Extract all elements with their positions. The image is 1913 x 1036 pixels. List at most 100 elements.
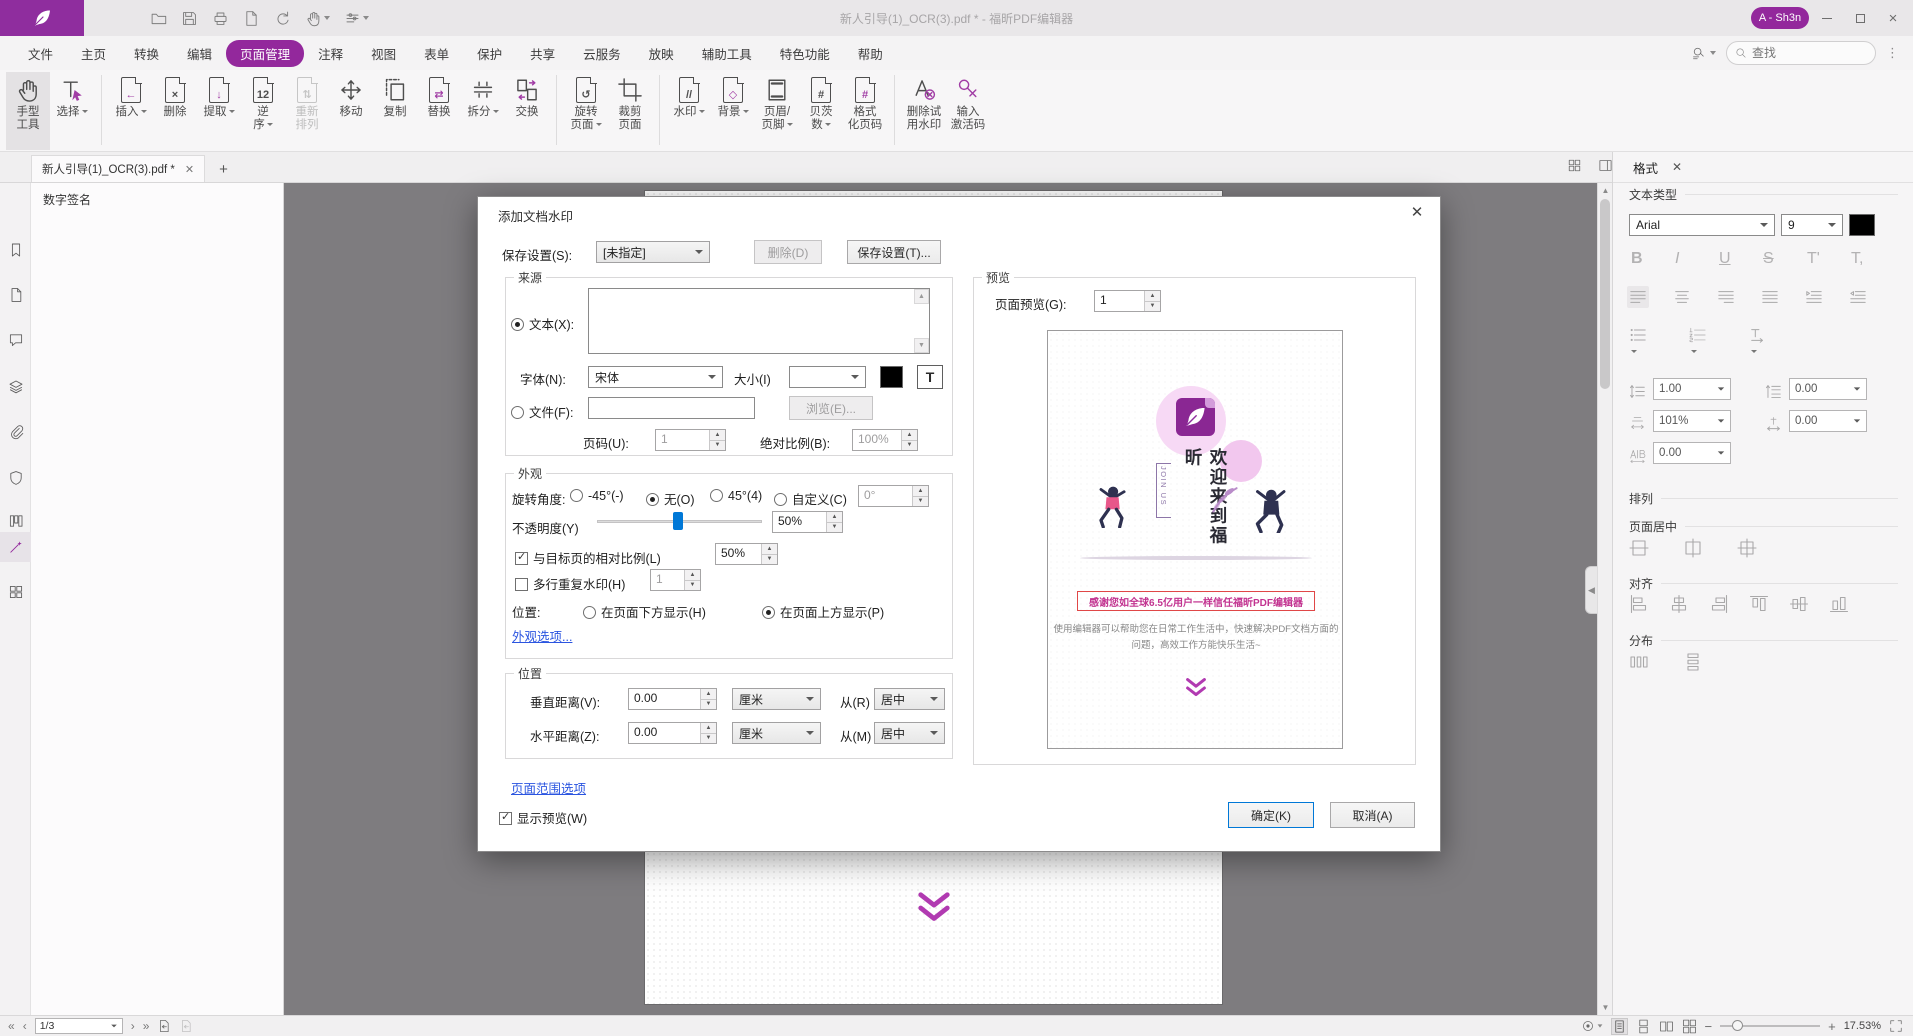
font-color-swatch[interactable] [880, 366, 903, 388]
grid-view-icon[interactable] [1567, 158, 1582, 173]
account-badge[interactable]: A - Sh3n [1751, 7, 1809, 29]
menu-tab-注释[interactable]: 注释 [304, 40, 357, 67]
horizontal-unit-select[interactable]: 厘米 [732, 722, 821, 744]
zoom-out-icon[interactable]: − [1705, 1019, 1713, 1034]
more-options-icon[interactable]: ⋮ [1886, 45, 1899, 61]
tab-close-icon[interactable]: ✕ [185, 163, 194, 176]
ribbon-rotate-pages[interactable]: ↺旋转页面 [564, 72, 608, 150]
center-vertical-icon[interactable] [1681, 536, 1705, 560]
new-tab-button[interactable]: + [219, 161, 228, 182]
appearance-options-link[interactable]: 外观选项... [512, 626, 572, 645]
menu-tab-视图[interactable]: 视图 [357, 40, 410, 67]
menu-tab-编辑[interactable]: 编辑 [173, 40, 226, 67]
next-page-icon[interactable]: › [131, 1019, 135, 1033]
kerning-icon[interactable] [1627, 445, 1648, 466]
rotation-option-45[interactable]: 45°(4) [710, 489, 762, 503]
horizontal-from-select[interactable]: 居中 [874, 722, 945, 744]
relative-scale-spinner[interactable]: 50%▲▼ [715, 543, 778, 565]
page-range-link[interactable]: 页面范围选项 [511, 778, 586, 797]
ribbon-crop-pages[interactable]: 裁剪页面 [608, 72, 652, 150]
align-right-icon[interactable] [1715, 286, 1737, 308]
text-style-button[interactable]: T [917, 365, 943, 389]
align-bottom-icon[interactable] [1827, 592, 1851, 616]
ribbon-select-tool[interactable]: 选择 [50, 72, 94, 150]
sidebar-quick-tools[interactable] [0, 532, 31, 562]
redo-icon[interactable] [274, 10, 291, 27]
sidebar-attachments[interactable] [0, 417, 31, 447]
single-page-view-icon[interactable] [1611, 1018, 1628, 1035]
scrollbar-thumb[interactable] [1600, 199, 1610, 389]
vertical-unit-select[interactable]: 厘米 [732, 688, 821, 710]
char_scale-input[interactable]: 101% [1653, 410, 1731, 432]
ribbon-reverse-pages[interactable]: 12逆序 [241, 72, 285, 150]
position-option-behind[interactable]: 在页面下方显示(H) [583, 602, 706, 621]
menu-tab-帮助[interactable]: 帮助 [844, 40, 897, 67]
size-select[interactable] [789, 366, 866, 388]
para_spacing-icon[interactable] [1763, 381, 1784, 402]
ribbon-split-document[interactable]: 拆分 [461, 72, 505, 150]
search-options-icon[interactable] [1692, 46, 1716, 61]
sidebar-layers[interactable] [0, 372, 31, 402]
dialog-close-icon[interactable]: ✕ [1406, 203, 1428, 221]
page-indicator[interactable]: 1/3 [35, 1018, 123, 1034]
scroll-down-icon[interactable]: ▼ [1598, 1000, 1613, 1015]
file-radio[interactable]: 文件(F): [511, 402, 573, 421]
file-path-input[interactable] [588, 397, 755, 419]
ribbon-insert-pages[interactable]: ←插入 [109, 72, 153, 150]
italic-icon[interactable]: I [1675, 250, 1679, 268]
menu-tab-特色功能[interactable]: 特色功能 [766, 40, 844, 67]
ribbon-remove-trial-watermark[interactable]: 删除试用水印 [902, 72, 946, 150]
format-tab[interactable]: 格式 [1633, 158, 1658, 177]
char_offset-icon[interactable] [1763, 413, 1784, 434]
first-page-icon[interactable]: « [8, 1019, 15, 1033]
underline-icon[interactable]: U [1719, 250, 1731, 268]
position-option-front[interactable]: 在页面上方显示(P) [762, 602, 884, 621]
ribbon-extract-pages[interactable]: ↓提取 [197, 72, 241, 150]
indent-increase-icon[interactable] [1803, 286, 1825, 308]
show-preview-checkbox[interactable]: 显示预览(W) [499, 808, 587, 827]
menu-tab-共享[interactable]: 共享 [516, 40, 569, 67]
font-select[interactable]: 宋体 [588, 366, 723, 388]
sidebar-pages[interactable] [0, 280, 31, 310]
indent-decrease-icon[interactable] [1847, 286, 1869, 308]
panel-color-swatch[interactable] [1849, 214, 1875, 236]
sidebar-comments[interactable] [0, 325, 31, 355]
page-preview-spinner[interactable]: 1▲▼ [1094, 290, 1161, 312]
sidebar-signatures[interactable] [0, 463, 31, 493]
menu-tab-保护[interactable]: 保护 [463, 40, 516, 67]
align-top-icon[interactable] [1747, 592, 1771, 616]
justify-icon[interactable] [1759, 286, 1781, 308]
side-panel-toggle-icon[interactable] [1598, 158, 1613, 173]
menu-tab-主页[interactable]: 主页 [67, 40, 120, 67]
panel-size-select[interactable]: 9 [1781, 214, 1843, 236]
document-tab[interactable]: 新人引导(1)_OCR(3).pdf * ✕ [31, 155, 205, 182]
center-both-icon[interactable] [1735, 536, 1759, 560]
previous-view-icon[interactable] [157, 1019, 171, 1033]
distribute-horizontal-icon[interactable] [1627, 650, 1651, 674]
bold-icon[interactable]: B [1631, 250, 1643, 268]
align-middle-icon[interactable] [1667, 592, 1691, 616]
restore-button[interactable] [1845, 0, 1875, 36]
close-button[interactable]: × [1878, 0, 1908, 36]
center-horizontal-icon[interactable] [1627, 536, 1651, 560]
last-page-icon[interactable]: » [143, 1019, 150, 1033]
save-icon[interactable] [181, 10, 198, 27]
superscript-icon[interactable]: T' [1807, 250, 1820, 268]
align-center-icon[interactable] [1671, 286, 1693, 308]
bullet-list-icon[interactable] [1627, 324, 1649, 360]
ribbon-replace-pages[interactable]: ⇄替换 [417, 72, 461, 150]
menu-tab-云服务[interactable]: 云服务 [569, 40, 635, 67]
prev-page-icon[interactable]: ‹ [23, 1019, 27, 1033]
menu-tab-文件[interactable]: 文件 [14, 40, 67, 67]
menu-tab-页面管理[interactable]: 页面管理 [226, 40, 304, 67]
zoom-slider[interactable] [1720, 1019, 1820, 1033]
open-file-icon[interactable] [150, 10, 167, 27]
rotation-option-custom[interactable]: 自定义(C) [774, 489, 847, 508]
align-right-icon[interactable] [1707, 592, 1731, 616]
menu-tab-转换[interactable]: 转换 [120, 40, 173, 67]
horizontal-distance-spinner[interactable]: 0.00▲▼ [628, 722, 717, 744]
panel-collapse-handle[interactable]: ◀ [1585, 566, 1597, 614]
cancel-button[interactable]: 取消(A) [1330, 802, 1415, 828]
ribbon-delete-pages[interactable]: ×删除 [153, 72, 197, 150]
minimize-button[interactable] [1812, 0, 1842, 36]
